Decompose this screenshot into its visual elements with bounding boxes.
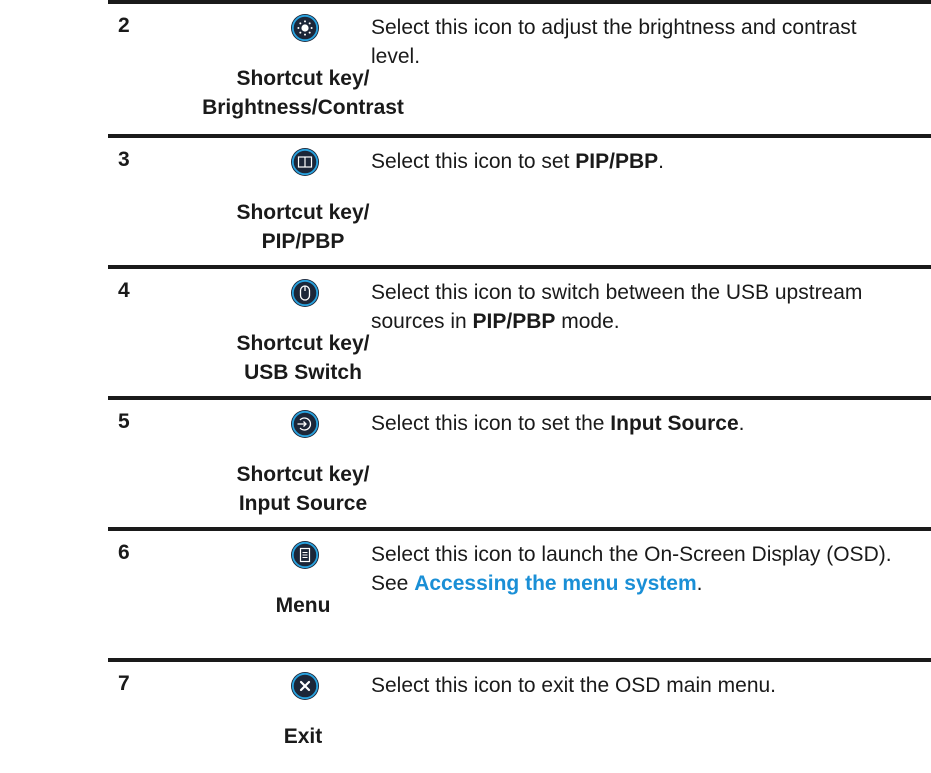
pip-pbp-icon (290, 147, 320, 177)
table-row: 3 Shortcut key/ PIP/PBP Select this icon t… (108, 134, 931, 265)
table-row: 2 Shortcut key/ Brightness/Contrast Select… (108, 0, 931, 134)
description-text: . (658, 150, 664, 173)
row-number: 4 (118, 279, 130, 302)
description-text: . (738, 412, 745, 435)
exit-icon (290, 671, 320, 701)
description-text: Select this icon to set the (371, 412, 611, 435)
menu-system-link[interactable]: Accessing the menu system (414, 572, 696, 595)
shortcut-description: Select this icon to set PIP/PBP. (371, 147, 911, 176)
description-text: Select this icon to adjust the brightnes… (371, 16, 857, 68)
shortcut-description: Select this icon to exit the OSD main me… (371, 671, 911, 700)
row-number: 7 (118, 672, 130, 695)
shortcut-description: Select this icon to adjust the brightnes… (371, 13, 911, 71)
bold-term: PIP/PBP (575, 150, 659, 173)
shortcut-description: Select this icon to launch the On-Screen… (371, 540, 911, 598)
bold-term: Input Source (610, 412, 739, 435)
row-number: 2 (118, 14, 130, 37)
description-text: Select this icon to exit the OSD main me… (371, 674, 777, 697)
menu-icon (290, 540, 320, 570)
shortcut-caption: Exit (283, 725, 323, 748)
description-text: mode. (555, 310, 620, 333)
shortcut-description: Select this icon to switch between the U… (371, 278, 911, 336)
shortcut-key-table: 2 Shortcut key/ Brightness/Contrast Select… (0, 0, 931, 773)
table-row: 7 Exit Select this icon to exit the OSD ma… (108, 658, 931, 773)
brightness-contrast-icon (290, 13, 320, 43)
shortcut-caption: Shortcut key/ USB Switch (236, 332, 370, 384)
usb-switch-mouse-icon (290, 278, 320, 308)
description-text: . (696, 572, 703, 595)
shortcut-description: Select this icon to set the Input Source… (371, 409, 911, 438)
table-row: 5 Shortcut key/ Input Source Select this i… (108, 396, 931, 527)
shortcut-caption: Shortcut key/ Input Source (236, 463, 370, 515)
row-number: 3 (118, 148, 130, 171)
table-row: 4 Shortcut key/ USB Switch Select this ico… (108, 265, 931, 396)
table-row: 6 Menu Select this icon to launch the On-S… (108, 527, 931, 658)
shortcut-caption: Shortcut key/ PIP/PBP (236, 201, 370, 253)
shortcut-caption: Shortcut key/ Brightness/Contrast (202, 67, 404, 119)
bold-term: PIP/PBP (472, 310, 556, 333)
description-text: Select this icon to set (371, 150, 576, 173)
row-number: 5 (118, 410, 130, 433)
row-number: 6 (118, 541, 130, 564)
input-source-icon (290, 409, 320, 439)
